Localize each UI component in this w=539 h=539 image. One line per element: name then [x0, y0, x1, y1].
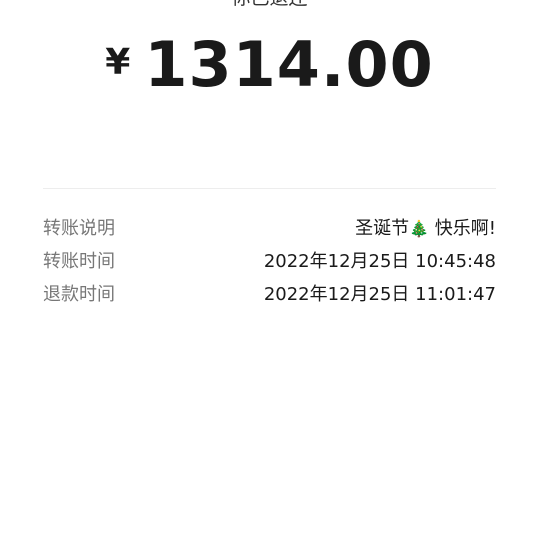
detail-row-transfer-note: 转账说明 圣诞节🎄 快乐啊! — [43, 210, 496, 243]
detail-row-transfer-time: 转账时间 2022年12月25日 10:45:48 — [43, 243, 496, 276]
transfer-time-label: 转账时间 — [43, 250, 115, 272]
detail-row-refund-time: 退款时间 2022年12月25日 11:01:47 — [43, 276, 496, 309]
transfer-note-label: 转账说明 — [43, 217, 115, 239]
transfer-note-text-before: 圣诞节 — [355, 217, 410, 239]
refund-time-value: 2022年12月25日 11:01:47 — [263, 283, 496, 305]
amount-value: 1314.00 — [144, 28, 434, 101]
currency-symbol: ¥ — [105, 42, 131, 83]
transfer-note-text-after: 快乐啊! — [429, 217, 496, 239]
refund-detail-page: 你已退还 ¥1314.00 转账说明 圣诞节🎄 快乐啊! 转账时间 2022年1… — [0, 0, 539, 539]
transfer-time-value: 2022年12月25日 10:45:48 — [263, 250, 496, 272]
refund-time-label: 退款时间 — [43, 283, 115, 305]
detail-list: 转账说明 圣诞节🎄 快乐啊! 转账时间 2022年12月25日 10:45:48… — [43, 210, 496, 309]
amount-display: ¥1314.00 — [0, 28, 539, 101]
christmas-tree-icon: 🎄 — [409, 218, 430, 238]
refund-status-text: 你已退还 — [0, 0, 539, 10]
transfer-note-value: 圣诞节🎄 快乐啊! — [355, 214, 496, 240]
divider — [43, 188, 496, 189]
